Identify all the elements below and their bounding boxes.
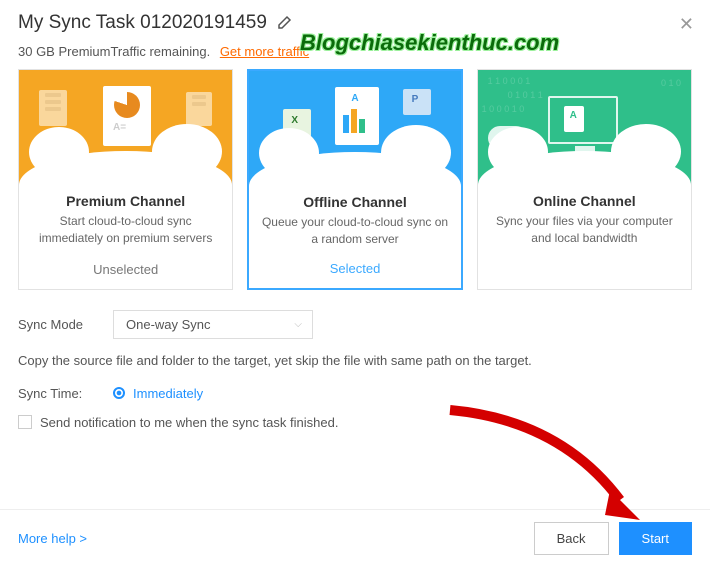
channel-cards: A= Premium Channel Start cloud-to-cloud … (18, 69, 692, 290)
traffic-row: 30 GB PremiumTraffic remaining. Get more… (18, 44, 692, 59)
back-button[interactable]: Back (534, 522, 609, 555)
notify-label: Send notification to me when the sync ta… (40, 415, 338, 430)
card-state: Selected (259, 261, 450, 276)
online-illustration: 1 1 0 0 0 1 0 1 0 1 1 1 0 0 0 1 0 0 1 0 … (478, 70, 691, 185)
close-icon[interactable]: ✕ (679, 14, 694, 35)
premium-illustration: A= (19, 70, 232, 185)
sync-time-radio-immediately[interactable] (113, 387, 125, 399)
card-title: Premium Channel (29, 193, 222, 209)
monitor-icon: A (548, 96, 618, 144)
get-traffic-link[interactable]: Get more traffic (220, 44, 309, 59)
card-title: Offline Channel (259, 194, 450, 210)
sync-mode-value: One-way Sync (126, 317, 211, 332)
card-offline-channel[interactable]: X A P Offline Channel Queue your cloud-t… (247, 69, 462, 290)
card-premium-channel[interactable]: A= Premium Channel Start cloud-to-cloud … (18, 69, 233, 290)
page-title: My Sync Task 012020191459 (18, 12, 267, 34)
card-online-channel[interactable]: 1 1 0 0 0 1 0 1 0 1 1 1 0 0 0 1 0 0 1 0 … (477, 69, 692, 290)
card-desc: Queue your cloud-to-cloud sync on a rand… (259, 214, 450, 249)
more-help-link[interactable]: More help > (18, 531, 87, 546)
sync-mode-select[interactable]: One-way Sync ⌵ (113, 310, 313, 339)
dialog-footer: More help > Back Start (0, 509, 710, 567)
sync-mode-label: Sync Mode (18, 317, 113, 332)
card-desc: Sync your files via your computer and lo… (488, 213, 681, 265)
sync-time-value[interactable]: Immediately (133, 386, 203, 401)
chevron-down-icon: ⌵ (294, 319, 302, 330)
card-title: Online Channel (488, 193, 681, 209)
card-desc: Start cloud-to-cloud sync immediately on… (29, 213, 222, 250)
start-button[interactable]: Start (619, 522, 692, 555)
notify-checkbox[interactable] (18, 415, 32, 429)
card-state: Unselected (29, 262, 222, 277)
sync-time-label: Sync Time: (18, 386, 113, 401)
sync-mode-description: Copy the source file and folder to the t… (18, 353, 692, 368)
offline-illustration: X A P (249, 71, 460, 186)
traffic-remaining: 30 GB PremiumTraffic remaining. (18, 44, 210, 59)
edit-icon[interactable] (277, 14, 293, 33)
